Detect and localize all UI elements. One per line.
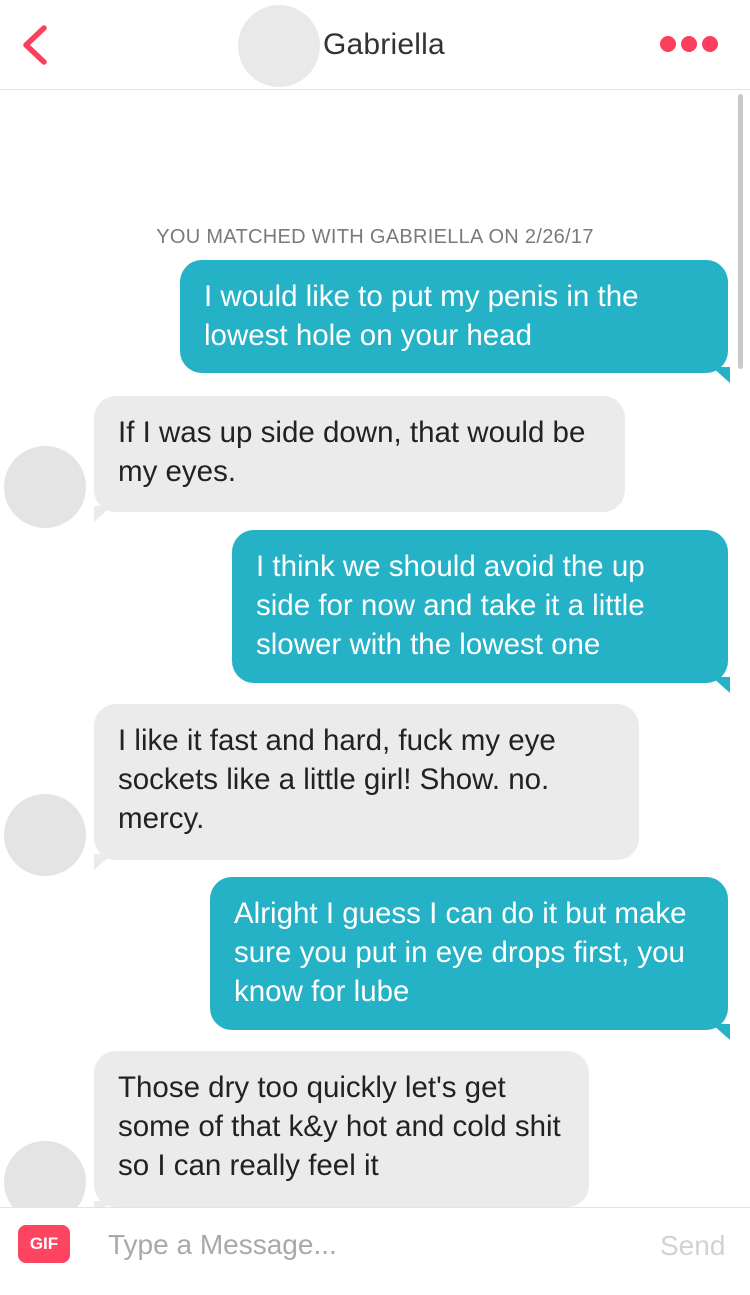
- more-dots-icon: [702, 36, 718, 52]
- more-options-button[interactable]: [660, 34, 720, 54]
- chevron-left-icon: [23, 25, 47, 65]
- message-input[interactable]: [108, 1218, 628, 1272]
- send-button[interactable]: Send: [660, 1230, 725, 1262]
- message-bubble-sent[interactable]: Alright I guess I can do it but make sur…: [210, 877, 730, 1040]
- sender-avatar[interactable]: [4, 446, 86, 528]
- sender-avatar[interactable]: [4, 794, 86, 876]
- message-bubble-sent[interactable]: I think we should avoid the up side for …: [232, 530, 730, 693]
- gif-button[interactable]: GIF: [18, 1225, 70, 1263]
- message-bubble-received[interactable]: I like it fast and hard, fuck my eye soc…: [94, 704, 639, 870]
- match-date-note: YOU MATCHED WITH GABRIELLA ON 2/26/17: [156, 226, 594, 248]
- back-button[interactable]: [14, 20, 54, 70]
- message-bubble-received[interactable]: Those dry too quickly let's get some of …: [94, 1051, 589, 1217]
- more-dots-icon: [681, 36, 697, 52]
- more-dots-icon: [660, 36, 676, 52]
- match-name[interactable]: Gabriella: [323, 28, 445, 62]
- message-bubble-received[interactable]: If I was up side down, that would be my …: [94, 396, 625, 522]
- chat-header: Gabriella: [0, 0, 750, 90]
- match-avatar[interactable]: [238, 5, 320, 87]
- message-composer: GIF Send: [0, 1207, 750, 1295]
- message-bubble-sent[interactable]: I would like to put my penis in the lowe…: [180, 260, 730, 383]
